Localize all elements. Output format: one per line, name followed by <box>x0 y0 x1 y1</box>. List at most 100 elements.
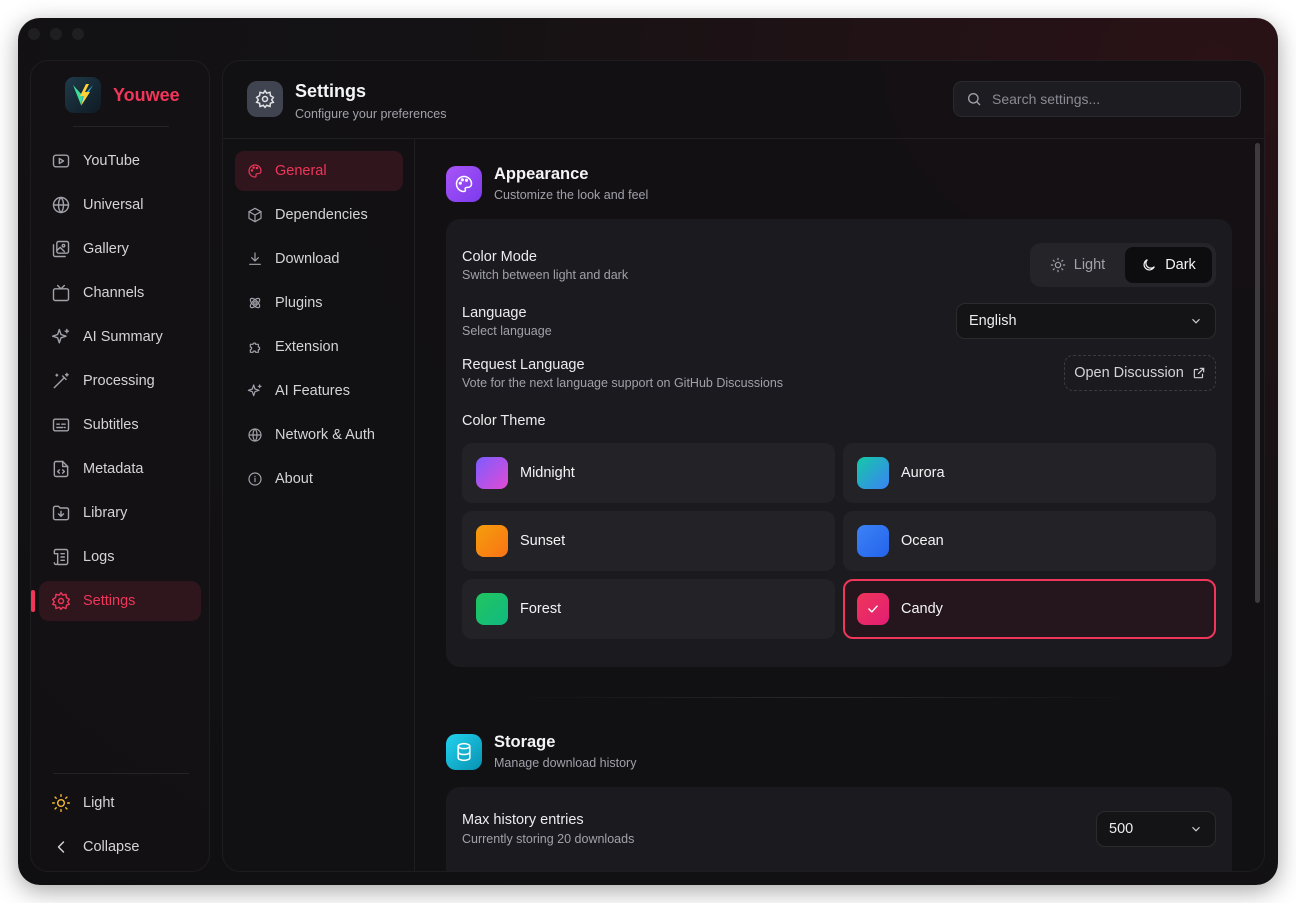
tab-network-auth[interactable]: Network & Auth <box>235 415 403 455</box>
light-mode-label: Light <box>1073 257 1106 273</box>
wand-icon <box>53 372 69 389</box>
search-input[interactable] <box>992 91 1222 107</box>
scroll-icon <box>53 548 69 566</box>
settings-gear-icon <box>247 81 283 117</box>
theme-option-sunset[interactable]: Sunset <box>462 511 835 571</box>
sun-icon <box>51 793 71 813</box>
sidebar-item-universal[interactable]: Universal <box>39 185 201 225</box>
theme-option-candy[interactable]: Candy <box>843 579 1216 639</box>
appearance-subtitle: Customize the look and feel <box>494 188 649 202</box>
sidebar-item-subtitles[interactable]: Subtitles <box>39 405 201 445</box>
tab-about[interactable]: About <box>235 459 403 499</box>
sparkles-icon <box>247 384 262 397</box>
tab-label: Dependencies <box>275 207 368 223</box>
sidebar-item-gallery[interactable]: Gallery <box>39 229 201 269</box>
app-name: Youwee <box>113 84 180 105</box>
theme-swatch <box>476 525 508 557</box>
tab-plugins[interactable]: Plugins <box>235 283 403 323</box>
sidebar-item-metadata[interactable]: Metadata <box>39 449 201 489</box>
theme-name: Sunset <box>520 533 566 549</box>
tab-label: AI Features <box>275 383 350 399</box>
sidebar-item-library[interactable]: Library <box>39 493 201 533</box>
tv-icon <box>52 284 70 302</box>
tab-download[interactable]: Download <box>235 239 403 279</box>
tab-label: Extension <box>275 339 339 355</box>
theme-toggle-label: Light <box>83 795 115 811</box>
file-code-icon <box>53 460 69 478</box>
tab-dependencies[interactable]: Dependencies <box>235 195 403 235</box>
info-icon <box>248 472 262 486</box>
settings-content: Appearance Customize the look and feel C… <box>416 139 1264 871</box>
sidebar-item-label: YouTube <box>83 153 140 169</box>
brand: Youwee <box>65 77 180 113</box>
theme-name: Aurora <box>901 465 945 481</box>
theme-option-forest[interactable]: Forest <box>462 579 835 639</box>
settings-subnav: General Dependencies Download Plugins Ex… <box>223 139 415 871</box>
collapse-label: Collapse <box>83 839 140 855</box>
storage-subtitle: Manage download history <box>494 756 637 770</box>
section-divider <box>506 697 1146 698</box>
sidebar-item-ai-summary[interactable]: AI Summary <box>39 317 201 357</box>
color-mode-description: Switch between light and dark <box>462 268 629 282</box>
tab-label: Network & Auth <box>275 427 375 443</box>
sidebar-item-channels[interactable]: Channels <box>39 273 201 313</box>
minimize-window-button[interactable] <box>50 28 62 40</box>
sidebar-item-label: Metadata <box>83 461 144 477</box>
page-title: Settings <box>295 81 367 101</box>
tab-label: Plugins <box>275 295 323 311</box>
theme-toggle-button[interactable]: Light <box>39 783 201 823</box>
plugin-icon <box>249 297 261 309</box>
sidebar: Youwee YouTube Universal Gallery Channel… <box>30 60 210 872</box>
open-discussion-button[interactable]: Open Discussion <box>1064 355 1216 391</box>
database-icon <box>446 733 482 770</box>
open-discussion-label: Open Discussion <box>1074 365 1184 381</box>
tab-extension[interactable]: Extension <box>235 327 403 367</box>
sidebar-item-label: Gallery <box>83 241 129 257</box>
dark-mode-button[interactable]: Dark <box>1125 247 1212 283</box>
brand-divider <box>73 126 169 127</box>
sidebar-footer: Light Collapse <box>39 783 201 871</box>
puzzle-icon <box>249 342 261 353</box>
storage-section-header: Storage Manage download history <box>446 733 636 770</box>
sidebar-item-logs[interactable]: Logs <box>39 537 201 577</box>
maximize-window-button[interactable] <box>72 28 84 40</box>
content-scrollbar[interactable] <box>1255 143 1260 603</box>
tab-general[interactable]: General <box>235 151 403 191</box>
appearance-card: Color Mode Switch between light and dark… <box>446 219 1232 667</box>
external-link-icon <box>1193 367 1205 379</box>
theme-option-ocean[interactable]: Ocean <box>843 511 1216 571</box>
theme-option-aurora[interactable]: Aurora <box>843 443 1216 503</box>
app-logo-icon <box>65 77 101 113</box>
language-select[interactable]: English <box>956 303 1216 339</box>
chevron-left-icon <box>57 841 65 853</box>
storage-title: Storage <box>494 733 556 751</box>
light-mode-button[interactable]: Light <box>1034 247 1121 283</box>
sidebar-nav: YouTube Universal Gallery Channels AI Su… <box>31 141 201 625</box>
tab-label: General <box>275 163 327 179</box>
close-window-button[interactable] <box>28 28 40 40</box>
download-icon <box>249 252 261 265</box>
sidebar-item-youtube[interactable]: YouTube <box>39 141 201 181</box>
tab-ai-features[interactable]: AI Features <box>235 371 403 411</box>
collapse-sidebar-button[interactable]: Collapse <box>39 827 201 867</box>
max-history-description: Currently storing 20 downloads <box>462 832 635 846</box>
sidebar-item-label: Channels <box>83 285 145 301</box>
appearance-title: Appearance <box>494 165 589 183</box>
theme-option-midnight[interactable]: Midnight <box>462 443 835 503</box>
gallery-icon <box>52 240 70 258</box>
sidebar-item-processing[interactable]: Processing <box>39 361 201 401</box>
max-history-select[interactable]: 500 <box>1096 811 1216 847</box>
theme-swatch <box>857 457 889 489</box>
sun-icon <box>1050 257 1066 273</box>
sparkles-icon <box>51 328 70 344</box>
youtube-icon <box>52 154 70 168</box>
theme-swatch <box>476 593 508 625</box>
theme-swatch <box>476 457 508 489</box>
sidebar-item-settings[interactable]: Settings <box>31 581 201 621</box>
sidebar-item-label: Universal <box>83 197 144 213</box>
tab-label: About <box>275 471 313 487</box>
settings-header: Settings Configure your preferences <box>223 61 1264 139</box>
dark-mode-label: Dark <box>1165 257 1196 273</box>
palette-icon <box>446 165 482 202</box>
search-icon <box>968 93 981 106</box>
